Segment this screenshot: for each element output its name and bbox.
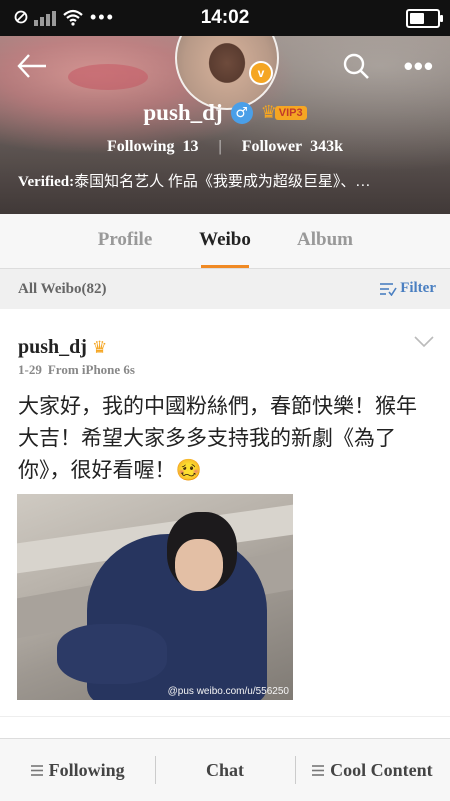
chat-button[interactable]: Chat bbox=[155, 755, 295, 784]
weibo-post: push_dj ♛ 1-29 From iPhone 6s 大家好，我的中國粉絲們… bbox=[0, 316, 450, 736]
male-icon: ♂ bbox=[230, 102, 253, 124]
menu-icon bbox=[312, 764, 325, 776]
profile-tabs: Profile Weibo Album bbox=[0, 214, 450, 269]
tab-profile[interactable]: Profile bbox=[75, 214, 175, 268]
filter-button[interactable]: Filter bbox=[379, 280, 436, 297]
cool-content-button[interactable]: Cool Content bbox=[294, 755, 450, 784]
filter-icon bbox=[380, 282, 397, 296]
profile-header: v ••• push_dj ♂ ♛ VIP3 Following 13 | Fo… bbox=[0, 36, 450, 214]
chevron-down-icon[interactable] bbox=[414, 336, 434, 348]
post-actions bbox=[0, 716, 450, 737]
filter-bar: All Weibo(82) Filter bbox=[0, 269, 450, 309]
all-weibo-count: All Weibo(82) bbox=[18, 281, 107, 297]
chat-label: Chat bbox=[205, 759, 244, 780]
post-author[interactable]: push_dj ♛ bbox=[18, 336, 107, 359]
search-icon[interactable] bbox=[342, 52, 370, 80]
verified-label: Verified: bbox=[18, 174, 75, 190]
cool-content-label: Cool Content bbox=[330, 759, 433, 780]
vip-label: VIP3 bbox=[274, 106, 307, 120]
follower-stat[interactable]: Follower 343k bbox=[242, 138, 343, 156]
menu-icon bbox=[30, 764, 43, 776]
status-bar: ••• 14:02 bbox=[0, 0, 450, 36]
bottom-action-bar: Following Chat Cool Content bbox=[0, 738, 450, 801]
profile-username: push_dj bbox=[143, 100, 223, 125]
stats-divider: | bbox=[218, 138, 222, 155]
following-stat[interactable]: Following 13 bbox=[107, 138, 199, 156]
post-author-name: push_dj bbox=[18, 336, 87, 358]
post-date: 1-29 bbox=[18, 362, 42, 377]
battery-icon bbox=[406, 9, 443, 28]
following-count: 13 bbox=[182, 138, 199, 155]
follower-label: Follower bbox=[241, 138, 303, 155]
status-time: 14:02 bbox=[200, 7, 250, 28]
following-label: Following bbox=[48, 759, 125, 780]
following-button[interactable]: Following bbox=[0, 760, 155, 781]
filter-label: Filter bbox=[400, 280, 436, 296]
follower-count: 343k bbox=[310, 138, 344, 155]
follow-stats: Following 13 | Follower 343k bbox=[0, 138, 450, 156]
post-text: 大家好，我的中國粉絲們，春節快樂！猴年大吉！希望大家多多支持我的新劇《為了你》，… bbox=[18, 394, 417, 482]
post-image[interactable]: @pus weibo.com/u/556250 bbox=[17, 494, 293, 700]
verified-info[interactable]: Verified:泰国知名艺人 作品《我要成为超级巨星》、… bbox=[18, 170, 438, 191]
username-row: push_dj ♂ ♛ VIP3 bbox=[0, 100, 450, 126]
following-label: Following bbox=[106, 138, 175, 155]
verified-text: 泰国知名艺人 作品《我要成为超级巨星》、… bbox=[74, 174, 371, 190]
post-source: From iPhone 6s bbox=[47, 362, 135, 377]
post-meta: 1-29 From iPhone 6s bbox=[18, 362, 135, 378]
more-options-icon[interactable]: ••• bbox=[404, 53, 434, 79]
vip-crown-icon: ♛ bbox=[91, 337, 108, 358]
verified-badge-icon: v bbox=[249, 61, 273, 85]
image-watermark: @pus weibo.com/u/556250 bbox=[167, 686, 289, 697]
back-arrow-icon[interactable] bbox=[16, 52, 48, 80]
tab-weibo[interactable]: Weibo bbox=[175, 214, 275, 268]
tab-album[interactable]: Album bbox=[275, 214, 375, 268]
vip-badge[interactable]: ♛ VIP3 bbox=[261, 104, 307, 122]
